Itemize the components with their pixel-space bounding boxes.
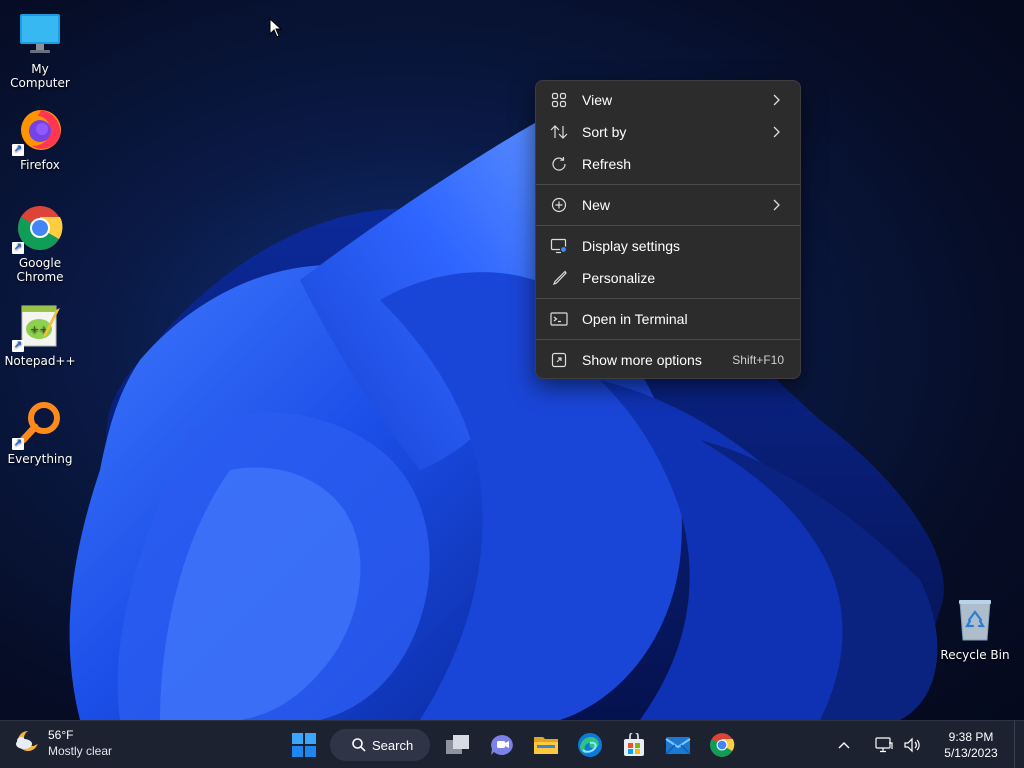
menu-item-refresh[interactable]: Refresh	[540, 148, 796, 180]
desktop-context-menu: View Sort by Refresh New Display setting…	[535, 80, 801, 379]
start-button[interactable]	[284, 725, 324, 765]
expand-icon	[550, 351, 568, 369]
desktop-icon-label: Firefox	[20, 158, 60, 172]
file-explorer-icon	[534, 737, 558, 754]
teams-chat-icon	[491, 735, 513, 755]
mail-button[interactable]	[658, 725, 698, 765]
task-view-button[interactable]	[438, 725, 478, 765]
brush-icon	[550, 269, 568, 287]
menu-item-label: Personalize	[582, 270, 656, 286]
menu-item-label: Display settings	[582, 238, 681, 254]
show-desktop-button[interactable]	[1014, 721, 1024, 768]
desktop-icon-label: Google Chrome	[16, 256, 64, 284]
desktop-icon-notepad-plus-plus[interactable]: ++ ↗ Notepad++	[0, 302, 80, 368]
search-icon	[352, 738, 366, 752]
chrome-icon: ↗	[12, 204, 64, 254]
wallpaper	[69, 110, 944, 720]
shortcut-arrow-icon: ↗	[12, 242, 24, 254]
menu-item-open-in-terminal[interactable]: Open in Terminal	[540, 303, 796, 335]
recycle-bin-icon	[951, 596, 999, 644]
chrome-icon	[710, 733, 735, 757]
menu-item-display-settings[interactable]: Display settings	[540, 230, 796, 262]
chevron-right-icon	[768, 199, 784, 211]
teams-chat-button[interactable]	[482, 725, 522, 765]
clock-date: 5/13/2023	[944, 746, 998, 760]
edge-icon	[578, 733, 602, 757]
desktop-icon-label: Recycle Bin	[940, 648, 1010, 662]
menu-item-show-more-options[interactable]: Show more options Shift+F10	[540, 344, 796, 376]
chevron-right-icon	[768, 126, 784, 138]
desktop-icon-my-computer[interactable]: My Computer	[0, 10, 80, 90]
moon-cloud-icon	[14, 728, 40, 758]
menu-item-new[interactable]: New	[540, 189, 796, 221]
firefox-icon: ↗	[12, 106, 64, 156]
shortcut-hint: Shift+F10	[732, 353, 784, 367]
shortcut-arrow-icon: ↗	[12, 438, 24, 450]
microsoft-store-button[interactable]	[614, 725, 654, 765]
store-icon	[624, 733, 644, 756]
shortcut-arrow-icon: ↗	[12, 340, 24, 352]
monitor-icon	[16, 10, 64, 58]
mouse-cursor-icon	[269, 18, 283, 38]
chevron-right-icon	[768, 94, 784, 106]
taskbar-apps: Search	[284, 725, 746, 765]
shortcut-arrow-icon: ↗	[12, 144, 24, 156]
chrome-taskbar-button[interactable]	[702, 725, 742, 765]
menu-separator	[536, 298, 800, 299]
clock[interactable]: 9:38 PM 5/13/2023	[932, 729, 1010, 761]
network-icon	[875, 737, 893, 753]
menu-item-label: Sort by	[582, 124, 627, 140]
plus-circle-icon	[550, 196, 568, 214]
desktop-icon-label: Notepad++	[4, 354, 76, 368]
menu-item-label: Show more options	[582, 352, 702, 368]
everything-search-icon: ↗	[12, 400, 64, 450]
volume-button[interactable]	[898, 731, 926, 759]
notepad-plus-plus-icon: ++ ↗	[12, 302, 64, 352]
task-view-icon	[446, 735, 469, 754]
refresh-icon	[550, 155, 568, 173]
sort-icon	[550, 123, 568, 141]
desktop-icon-everything[interactable]: ↗ Everything	[0, 400, 80, 466]
weather-condition: Mostly clear	[48, 744, 113, 758]
search-label: Search	[372, 737, 414, 753]
menu-item-label: New	[582, 197, 611, 213]
weather-text: 56°F Mostly clear	[48, 727, 112, 759]
file-explorer-button[interactable]	[526, 725, 566, 765]
network-button[interactable]	[870, 731, 898, 759]
taskbar-search-button[interactable]: Search	[330, 729, 430, 761]
grid-icon	[550, 91, 568, 109]
show-hidden-icons-button[interactable]	[830, 731, 858, 759]
mail-icon	[665, 737, 691, 755]
menu-item-label: Open in Terminal	[582, 311, 688, 327]
weather-widget[interactable]: 56°F Mostly clear	[14, 727, 112, 759]
display-icon	[550, 237, 568, 255]
desktop-icon-recycle-bin[interactable]: Recycle Bin	[935, 596, 1015, 662]
menu-separator	[536, 184, 800, 185]
system-tray: 9:38 PM 5/13/2023	[830, 721, 1024, 768]
menu-item-label: View	[582, 92, 613, 108]
weather-temperature: 56°F	[48, 728, 74, 742]
desktop-icon-firefox[interactable]: ↗ Firefox	[0, 106, 80, 172]
volume-icon	[904, 737, 920, 753]
desktop-icon-label: My Computer	[10, 62, 70, 90]
taskbar: 56°F Mostly clear Search 9:38 PM 5/13/20…	[0, 720, 1024, 768]
menu-separator	[536, 339, 800, 340]
desktop-icon-label: Everything	[7, 452, 73, 466]
chevron-up-icon	[838, 742, 850, 749]
edge-button[interactable]	[570, 725, 610, 765]
menu-separator	[536, 225, 800, 226]
menu-item-view[interactable]: View	[540, 84, 796, 116]
menu-item-sort-by[interactable]: Sort by	[540, 116, 796, 148]
terminal-icon	[550, 310, 568, 328]
menu-item-label: Refresh	[582, 156, 632, 172]
start-icon	[292, 733, 316, 757]
clock-time: 9:38 PM	[948, 730, 994, 744]
desktop-icon-google-chrome[interactable]: ↗ Google Chrome	[0, 204, 80, 284]
menu-item-personalize[interactable]: Personalize	[540, 262, 796, 294]
